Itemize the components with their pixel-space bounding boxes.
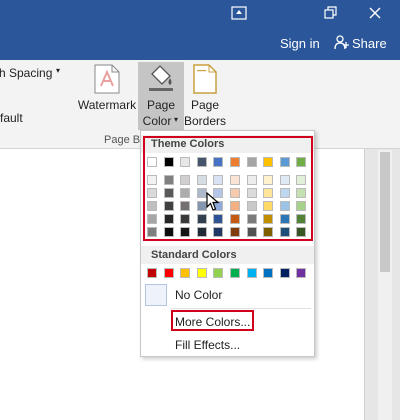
standard-color-swatch[interactable] bbox=[163, 268, 174, 278]
theme-shade-swatch[interactable] bbox=[230, 175, 240, 185]
theme-shade-swatch[interactable] bbox=[230, 188, 240, 198]
theme-shade-swatch[interactable] bbox=[163, 175, 174, 185]
theme-shade-swatch[interactable] bbox=[147, 175, 157, 185]
theme-color-swatch[interactable] bbox=[296, 157, 307, 167]
theme-shade-swatch[interactable] bbox=[213, 227, 224, 237]
theme-shade-swatch[interactable] bbox=[163, 201, 174, 211]
theme-shade-swatch[interactable] bbox=[230, 227, 240, 237]
restore-window-icon[interactable] bbox=[320, 6, 342, 24]
ribbon-group-label: Page B bbox=[104, 134, 141, 146]
standard-colors-header: Standard Colors bbox=[141, 246, 314, 264]
title-bar: Sign in Share bbox=[0, 0, 400, 60]
theme-shade-swatch[interactable] bbox=[180, 175, 191, 185]
theme-shade-swatch[interactable] bbox=[147, 214, 157, 224]
paint-bucket-icon bbox=[149, 65, 173, 91]
theme-shade-swatch[interactable] bbox=[296, 214, 307, 224]
theme-color-swatch[interactable] bbox=[263, 157, 274, 167]
theme-shade-swatch[interactable] bbox=[279, 214, 290, 224]
theme-color-swatch[interactable] bbox=[147, 157, 157, 167]
theme-color-swatch[interactable] bbox=[196, 157, 207, 167]
fill-effects-option[interactable]: Fill Effects... bbox=[175, 338, 240, 352]
standard-color-swatch[interactable] bbox=[279, 268, 290, 278]
share-person-icon bbox=[334, 35, 349, 50]
standard-color-swatch[interactable] bbox=[263, 268, 274, 278]
theme-shade-swatch[interactable] bbox=[180, 214, 191, 224]
theme-color-swatch[interactable] bbox=[279, 157, 290, 167]
watermark-label: Watermark bbox=[77, 98, 137, 112]
ribbon-display-options-icon[interactable] bbox=[228, 6, 250, 24]
theme-shade-swatch[interactable] bbox=[180, 188, 191, 198]
theme-shade-swatch[interactable] bbox=[296, 175, 307, 185]
no-color-option[interactable]: No Color bbox=[175, 288, 222, 302]
set-as-default-label[interactable]: fault bbox=[0, 111, 23, 125]
theme-color-swatch[interactable] bbox=[213, 157, 224, 167]
theme-shade-swatch[interactable] bbox=[296, 201, 307, 211]
page-color-button[interactable]: Page Color ▾ bbox=[138, 62, 184, 130]
theme-color-swatch[interactable] bbox=[246, 157, 257, 167]
theme-shade-swatch[interactable] bbox=[263, 188, 274, 198]
theme-shade-swatch[interactable] bbox=[246, 175, 257, 185]
theme-shade-swatch[interactable] bbox=[279, 201, 290, 211]
standard-color-swatch[interactable] bbox=[296, 268, 307, 278]
theme-shade-swatch[interactable] bbox=[147, 201, 157, 211]
share-button[interactable]: Share bbox=[352, 36, 387, 51]
mouse-cursor-icon bbox=[206, 192, 220, 211]
theme-shade-swatch[interactable] bbox=[163, 227, 174, 237]
theme-color-swatch[interactable] bbox=[230, 157, 240, 167]
watermark-icon bbox=[94, 64, 120, 94]
standard-color-swatch[interactable] bbox=[213, 268, 224, 278]
theme-shade-swatch[interactable] bbox=[246, 227, 257, 237]
theme-shade-swatch[interactable] bbox=[163, 214, 174, 224]
page-borders-icon bbox=[193, 64, 217, 94]
theme-shade-swatch[interactable] bbox=[213, 214, 224, 224]
standard-color-swatch[interactable] bbox=[196, 268, 207, 278]
no-color-swatch[interactable] bbox=[145, 284, 167, 306]
theme-shade-swatch[interactable] bbox=[263, 227, 274, 237]
theme-shade-swatch[interactable] bbox=[180, 201, 191, 211]
page-color-dropdown: Theme Colors Standard Colors No Color Mo… bbox=[140, 130, 315, 357]
theme-shade-swatch[interactable] bbox=[296, 188, 307, 198]
theme-shade-swatch[interactable] bbox=[213, 175, 224, 185]
theme-shade-swatch[interactable] bbox=[246, 214, 257, 224]
theme-color-swatch[interactable] bbox=[163, 157, 174, 167]
theme-shade-swatch[interactable] bbox=[246, 201, 257, 211]
theme-shade-swatch[interactable] bbox=[147, 188, 157, 198]
standard-color-swatch[interactable] bbox=[180, 268, 191, 278]
spacing-dropdown[interactable]: h Spacing bbox=[0, 66, 52, 80]
theme-shade-swatch[interactable] bbox=[230, 201, 240, 211]
theme-shade-swatch[interactable] bbox=[196, 214, 207, 224]
chevron-down-icon[interactable]: ▾ bbox=[56, 66, 60, 75]
theme-shade-swatch[interactable] bbox=[163, 188, 174, 198]
theme-shade-swatch[interactable] bbox=[196, 227, 207, 237]
page-borders-label-line1: Page bbox=[190, 98, 220, 112]
menu-separator bbox=[171, 308, 311, 309]
theme-shade-swatch[interactable] bbox=[230, 214, 240, 224]
theme-shade-swatch[interactable] bbox=[180, 227, 191, 237]
more-colors-highlight-box bbox=[171, 310, 254, 331]
theme-shade-swatch[interactable] bbox=[279, 188, 290, 198]
standard-color-swatch[interactable] bbox=[246, 268, 257, 278]
chevron-down-icon: ▾ bbox=[174, 115, 179, 124]
theme-shade-swatch[interactable] bbox=[246, 188, 257, 198]
theme-shade-swatch[interactable] bbox=[263, 214, 274, 224]
theme-shade-swatch[interactable] bbox=[196, 175, 207, 185]
theme-shade-swatch[interactable] bbox=[147, 227, 157, 237]
page-color-label-line1: Page bbox=[146, 98, 176, 112]
theme-shade-swatch[interactable] bbox=[279, 227, 290, 237]
page-borders-label-line2: Borders bbox=[184, 114, 227, 128]
watermark-button[interactable]: Watermark bbox=[76, 62, 138, 130]
standard-color-swatch[interactable] bbox=[147, 268, 157, 278]
standard-color-swatch[interactable] bbox=[230, 268, 240, 278]
page-borders-button[interactable]: Page Borders bbox=[184, 62, 226, 130]
theme-shade-swatch[interactable] bbox=[263, 201, 274, 211]
sign-in-link[interactable]: Sign in bbox=[280, 36, 320, 51]
theme-shade-swatch[interactable] bbox=[279, 175, 290, 185]
scrollbar-thumb[interactable] bbox=[380, 152, 390, 272]
theme-color-swatch[interactable] bbox=[180, 157, 191, 167]
theme-shade-swatch[interactable] bbox=[296, 227, 307, 237]
close-window-icon[interactable] bbox=[364, 6, 386, 24]
theme-shade-swatch[interactable] bbox=[263, 175, 274, 185]
